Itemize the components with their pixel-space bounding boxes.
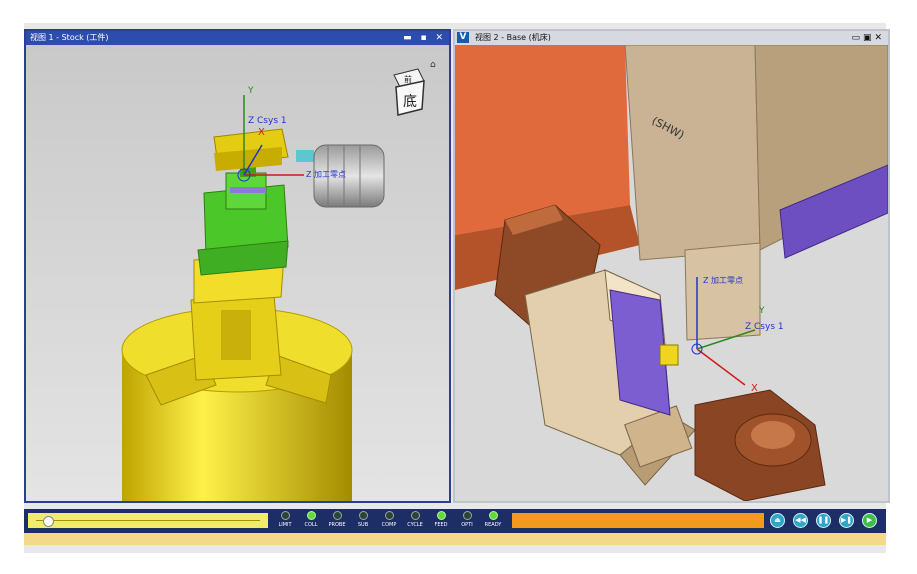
- play-icon: ▶: [866, 516, 873, 524]
- axis-y-label: Y: [758, 306, 765, 316]
- axis-z-label: Z Csys 1: [248, 116, 287, 126]
- led-label: SUB: [357, 522, 369, 528]
- slider-thumb[interactable]: [42, 516, 54, 527]
- rewind-icon: ◀◀: [795, 516, 806, 524]
- pause-button[interactable]: ❚❚: [816, 513, 831, 528]
- led-label: OPTI: [461, 522, 473, 528]
- viewport-1-titlebar: 视图 1 - Stock (工件) ▬ ▪ ✕: [26, 31, 449, 45]
- led-label: PROBE: [328, 522, 346, 528]
- pause-icon: ❚❚: [817, 516, 830, 524]
- led-cycle: CYCLE: [402, 509, 428, 533]
- eject-icon: ⏏: [774, 516, 781, 524]
- viewport-1-window-buttons[interactable]: ▬ ▪ ✕: [403, 31, 446, 45]
- led-indicator-icon: [410, 511, 420, 520]
- led-label: READY: [484, 522, 502, 528]
- led-indicator-icon: [436, 511, 446, 520]
- led-indicator-icon: [358, 511, 368, 520]
- viewport-1-title: 视图 1 - Stock (工件): [30, 33, 109, 42]
- ref-point-label: Z 加工零点: [306, 169, 346, 179]
- led-probe: PROBE: [324, 509, 350, 533]
- status-bar: [24, 533, 886, 545]
- led-feed: FEED: [428, 509, 454, 533]
- axis-y-label: Y: [247, 86, 254, 96]
- rewind-button[interactable]: ◀◀: [793, 513, 808, 528]
- led-label: COMP: [381, 522, 397, 528]
- viewport-2-titlebar: V 视图 2 - Base (机床) ▭▣✕: [455, 31, 888, 45]
- led-comp: COMP: [376, 509, 402, 533]
- viewport-2-title: 视图 2 - Base (机床): [475, 33, 551, 42]
- progress-bar: [512, 513, 764, 528]
- axis-x-label: X: [751, 383, 758, 394]
- led-indicator-icon: [488, 511, 498, 520]
- eject-button[interactable]: ⏏: [770, 513, 785, 528]
- machine-enclosure: [455, 45, 630, 235]
- ref-point-label: Z 加工零点: [703, 275, 743, 285]
- led-indicator-icon: [306, 511, 316, 520]
- stock-3d-scene[interactable]: Y Z Csys 1 X Z 加工零点 前 底 ⌂: [26, 45, 449, 501]
- led-indicator-icon: [332, 511, 342, 520]
- machine-3d-scene[interactable]: (SHW) Z 加工零点 Z Csys 1 X Y: [455, 45, 888, 501]
- workpiece: [659, 344, 679, 366]
- home-icon[interactable]: ⌂: [430, 60, 436, 70]
- led-label: COLL: [304, 522, 318, 528]
- led-label: CYCLE: [407, 522, 423, 528]
- led-sub: SUB: [350, 509, 376, 533]
- status-leds: LIMIT COLL PROBE SUB COMP CYCLE FEED OPTI READY: [272, 509, 506, 533]
- play-button[interactable]: ▶: [862, 513, 877, 528]
- step-button[interactable]: ▶❚: [839, 513, 854, 528]
- viewport-stock[interactable]: 视图 1 - Stock (工件) ▬ ▪ ✕ Y Z Csys 1 X Z 加…: [24, 29, 451, 503]
- led-label: FEED: [434, 522, 448, 528]
- simulation-window: 视图 1 - Stock (工件) ▬ ▪ ✕ Y Z Csys 1 X Z 加…: [24, 23, 890, 553]
- simulation-slider[interactable]: [28, 513, 268, 528]
- led-opti: OPTI: [454, 509, 480, 533]
- view-cube-top-label: 前: [404, 74, 412, 84]
- viewport-machine[interactable]: V 视图 2 - Base (机床) ▭▣✕ (SHW) Z 加工零点 Z Cs…: [453, 29, 890, 503]
- led-indicator-icon: [280, 511, 290, 520]
- led-label: LIMIT: [278, 522, 292, 528]
- led-coll: COLL: [298, 509, 324, 533]
- axis-x-label: X: [258, 127, 265, 138]
- led-indicator-icon: [462, 511, 472, 520]
- view-cube-front-label: 底: [403, 94, 417, 110]
- viewport-2-window-buttons[interactable]: ▭▣✕: [851, 31, 885, 45]
- app-logo-icon: V: [457, 32, 469, 43]
- step-forward-icon: ▶❚: [840, 516, 853, 524]
- led-indicator-icon: [384, 511, 394, 520]
- machine-control-bar: LIMIT COLL PROBE SUB COMP CYCLE FEED OPTI READY …: [24, 509, 886, 533]
- axis-z-label: Z Csys 1: [745, 322, 784, 332]
- led-ready: READY: [480, 509, 506, 533]
- led-limit: LIMIT: [272, 509, 298, 533]
